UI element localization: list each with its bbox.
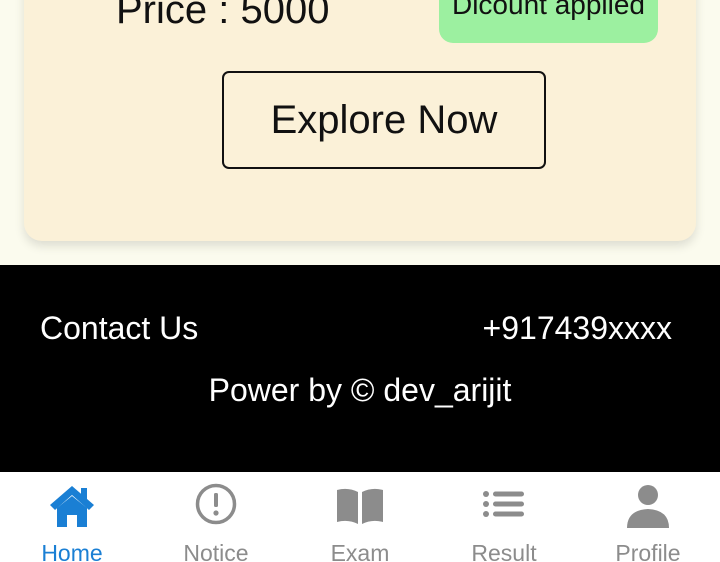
nav-item-notice[interactable]: Notice bbox=[144, 472, 288, 562]
nav-item-profile[interactable]: Profile bbox=[576, 472, 720, 562]
price-text: Price : 5000 bbox=[116, 0, 330, 32]
footer: Contact Us +917439xxxx Power by © dev_ar… bbox=[0, 265, 720, 472]
contact-us-link[interactable]: Contact Us bbox=[40, 310, 198, 347]
nav-label-result: Result bbox=[471, 540, 537, 562]
powered-by-text: Power by © dev_arijit bbox=[208, 372, 512, 408]
nav-label-exam: Exam bbox=[330, 540, 390, 562]
bottom-nav: Home Notice Exam Result Profile bbox=[0, 472, 720, 562]
list-icon bbox=[483, 491, 524, 517]
explore-now-button[interactable]: Explore Now bbox=[222, 71, 546, 169]
alert-circle-icon bbox=[195, 483, 237, 525]
phone-number[interactable]: +917439xxxx bbox=[483, 310, 672, 347]
nav-label-notice: Notice bbox=[183, 540, 249, 562]
user-icon bbox=[627, 485, 669, 528]
nav-item-result[interactable]: Result bbox=[432, 472, 576, 562]
book-icon bbox=[337, 488, 383, 524]
product-card: Price : 5000 Dicount applied Explore Now bbox=[24, 0, 696, 241]
nav-label-profile: Profile bbox=[615, 540, 681, 562]
nav-item-exam[interactable]: Exam bbox=[288, 472, 432, 562]
discount-badge: Dicount applied bbox=[439, 0, 658, 43]
nav-item-home[interactable]: Home bbox=[0, 472, 144, 562]
nav-label-home: Home bbox=[41, 540, 103, 562]
home-icon bbox=[50, 486, 94, 527]
